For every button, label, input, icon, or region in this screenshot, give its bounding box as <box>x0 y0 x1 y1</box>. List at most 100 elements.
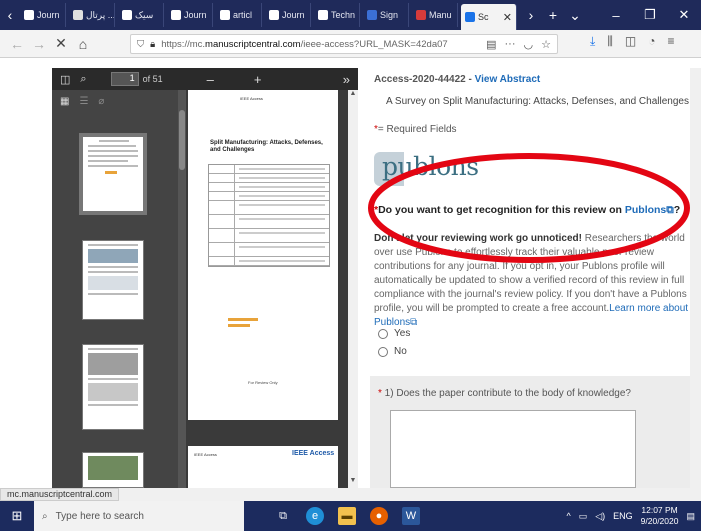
zoom-out-button[interactable]: – <box>207 72 214 87</box>
scroll-down-icon[interactable]: ▼ <box>348 477 358 484</box>
outline-icon[interactable]: ☰ <box>79 96 88 107</box>
windows-taskbar: ⊞ ⌕ Type here to search ⧉ e ▬ ● W ^ ▭ ◁)… <box>0 501 701 531</box>
page-thumbnail-3[interactable] <box>82 344 144 430</box>
thumbnail-scrollbar-thumb[interactable] <box>179 110 185 170</box>
page-total: of 51 <box>142 74 163 84</box>
browser-tab[interactable]: articl <box>216 3 262 27</box>
page-number-input[interactable]: 1 <box>110 72 139 86</box>
close-window-button[interactable]: ✕ <box>667 7 701 23</box>
windows-start-icon[interactable]: ⊞ <box>0 508 34 524</box>
reader-view-icon[interactable]: ▤ <box>486 38 496 51</box>
ieee-access-logo: IEEE Access <box>292 450 335 457</box>
tab-label: Techn <box>331 10 356 20</box>
home-button[interactable]: ⌂ <box>72 36 94 52</box>
sidebar-toggle-icon[interactable]: ◫ <box>625 34 636 49</box>
browser-tab-bar: ‹ Journ پرتال ... سیک Journ articl Journ Techn… <box>0 0 701 30</box>
page-icon <box>122 10 132 20</box>
status-bar: mc.manuscriptcentral.com <box>0 488 701 501</box>
find-icon[interactable]: ⌕ <box>80 73 86 86</box>
file-explorer-icon[interactable]: ▬ <box>338 507 356 525</box>
radio-no[interactable]: No <box>378 346 407 357</box>
pdf-document-scrollbar[interactable]: ▲ ▼ <box>348 90 358 488</box>
globe-icon <box>269 10 279 20</box>
browser-tab[interactable]: Journ <box>20 3 66 27</box>
page-thumbnail-1[interactable] <box>79 133 147 215</box>
attachments-icon[interactable]: ⌀ <box>98 96 104 107</box>
pdf-journal-header: IEEE Access <box>240 96 263 101</box>
radio-yes[interactable]: Yes <box>378 328 410 339</box>
task-view-icon[interactable]: ⧉ <box>274 507 292 525</box>
pdf-thumbnail-sidebar: ▦ ☰ ⌀ <box>52 90 186 488</box>
pocket-icon[interactable]: ◡ <box>524 38 534 51</box>
notifications-icon[interactable]: ▤ <box>686 511 695 522</box>
pdf-page-2: IEEE Access IEEE Access <box>188 446 338 488</box>
show-hidden-icons[interactable]: ^ <box>566 511 570 521</box>
bookmark-star-icon[interactable]: ☆ <box>541 38 551 51</box>
browser-tab[interactable]: Techn <box>314 3 360 27</box>
thumbnails-icon[interactable]: ▦ <box>60 96 69 107</box>
taskbar-search-box[interactable]: ⌕ Type here to search <box>34 501 244 531</box>
radio-circle-icon[interactable] <box>378 328 388 339</box>
toggle-sidebar-icon[interactable]: ◫ <box>60 73 70 86</box>
tab-label: Journ <box>184 10 207 20</box>
close-tab-icon[interactable]: ✕ <box>503 11 512 24</box>
globe-icon <box>318 10 328 20</box>
page-thumbnail-2[interactable] <box>82 240 144 320</box>
tracking-shield-icon[interactable]: ⛉ <box>137 39 144 50</box>
view-abstract-link[interactable]: View Abstract <box>475 74 541 85</box>
scroll-up-icon[interactable]: ▲ <box>348 90 358 97</box>
tools-menu-icon[interactable]: » <box>343 72 350 87</box>
edge-icon[interactable]: e <box>306 507 324 525</box>
pdf-logo-mark-2 <box>228 324 250 327</box>
stop-loading-button[interactable]: ✕ <box>50 35 72 52</box>
url-bar[interactable]: ⛉ 🔒︎ https://mc.manuscriptcentral.com/ie… <box>130 34 558 54</box>
firefox-icon[interactable]: ● <box>370 507 388 525</box>
forward-button[interactable]: → <box>28 36 50 52</box>
pdf-paper-title: Split Manufacturing: Attacks, Defenses, … <box>210 140 323 153</box>
review-form: Access-2020-44422 - View Abstract A Surv… <box>364 68 701 488</box>
network-icon[interactable]: ▭ <box>579 511 588 522</box>
word-icon[interactable]: W <box>402 507 420 525</box>
radio-circle-icon[interactable] <box>378 346 388 357</box>
page-thumbnail-4[interactable] <box>82 452 144 488</box>
library-icon[interactable]: ⫼ <box>607 34 613 49</box>
list-all-tabs-icon[interactable]: ⌄ <box>564 7 586 24</box>
extension-icon[interactable]: ◔ <box>648 34 655 49</box>
tab-label: Manu <box>429 10 452 20</box>
downloads-icon[interactable]: ⤓ <box>590 34 595 49</box>
pdf-viewer: ◫ ⌕ 1 of 51 – + » ▦ ☰ ⌀ IEEE Access Spli… <box>52 68 358 488</box>
browser-tab[interactable]: Sign <box>363 3 409 27</box>
zoom-in-button[interactable]: + <box>254 72 262 87</box>
language-indicator[interactable]: ENG <box>613 511 633 521</box>
tab-label: Journ <box>37 10 60 20</box>
form-scrollbar[interactable] <box>690 68 701 488</box>
new-tab-button[interactable]: + <box>542 7 564 23</box>
publons-link[interactable]: Publons <box>625 204 666 216</box>
publons-logo: publons <box>374 152 479 186</box>
browser-tab[interactable]: Journ <box>167 3 213 27</box>
page-content: ◫ ⌕ 1 of 51 – + » ▦ ☰ ⌀ IEEE Access Spli… <box>0 58 701 488</box>
tab-scroll-right-button[interactable]: › <box>520 7 542 23</box>
browser-tab[interactable]: Sc ✕ <box>461 4 517 30</box>
page-actions-icon[interactable]: ··· <box>505 38 516 51</box>
browser-tab[interactable]: پرتال ... <box>69 3 115 27</box>
external-link-icon[interactable]: ⧉ <box>410 317 417 328</box>
tab-strip: Journ پرتال ... سیک Journ articl Journ Techn Si… <box>20 0 520 30</box>
minimize-window-button[interactable]: – <box>599 8 633 23</box>
volume-icon[interactable]: ◁) <box>595 511 605 522</box>
tab-label: Sign <box>380 10 399 20</box>
browser-tab[interactable]: Journ <box>265 3 311 27</box>
external-link-icon[interactable]: ⧉ <box>666 204 674 216</box>
browser-tab[interactable]: Manu <box>412 3 458 27</box>
lock-icon[interactable]: 🔒︎ <box>150 39 155 50</box>
maximize-window-button[interactable]: ❐ <box>633 7 667 23</box>
tab-scroll-left-button[interactable]: ‹ <box>0 0 20 30</box>
back-button[interactable]: ← <box>6 36 28 52</box>
clock[interactable]: 12:07 PM 9/20/2020 <box>641 505 679 527</box>
question-1-textarea[interactable] <box>390 410 636 488</box>
pdf-footer-label: For Review Only <box>248 380 278 385</box>
pdf-page-1: IEEE Access Split Manufacturing: Attacks… <box>188 90 338 420</box>
browser-tab[interactable]: سیک <box>118 3 164 27</box>
menu-icon[interactable]: ≡ <box>667 34 674 49</box>
page-icon <box>73 10 83 20</box>
